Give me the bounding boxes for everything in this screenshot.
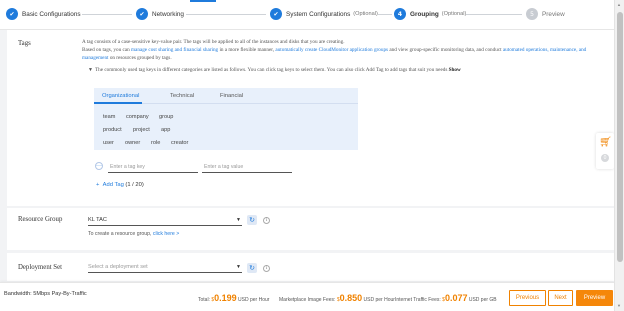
step-optional-label: (Optional): [441, 11, 467, 17]
tags-description: A tag consists of a case-sensitive key-v…: [82, 39, 345, 45]
check-icon: ✔: [270, 8, 282, 20]
tag-key-input-underline: [108, 172, 198, 173]
create-resource-group-link[interactable]: click here >: [153, 231, 179, 237]
total-fee: Total: $0.199 USD per Hour: [198, 293, 270, 303]
resource-group-select[interactable]: KL TAC ▼: [88, 214, 242, 226]
step-connector: [186, 14, 266, 15]
cart-count-badge: 0: [601, 154, 609, 162]
caret-down-icon: ▼: [88, 68, 93, 73]
active-tab-indicator: [94, 102, 142, 104]
steps-accent-line: [190, 0, 216, 2]
management-link[interactable]: management: [82, 55, 109, 61]
automated-operations-link[interactable]: automated operations, maintenance, and: [503, 47, 586, 53]
add-tag-button[interactable]: + Add Tag (1 / 20): [96, 182, 144, 188]
section-title: Tags: [18, 40, 31, 47]
show-toggle[interactable]: Show: [449, 67, 461, 73]
marketplace-amount: 0.850: [339, 293, 363, 303]
step-grouping[interactable]: 4 Grouping (Optional): [394, 8, 466, 20]
tag-key-company[interactable]: company: [126, 114, 149, 120]
tag-key-creator[interactable]: creator: [171, 140, 188, 146]
bandwidth-summary: Bandwidth: 5Mbps Pay-By-Traffic: [4, 291, 87, 297]
refresh-icon[interactable]: ↻: [247, 263, 257, 273]
tab-financial[interactable]: Financial: [220, 93, 243, 99]
price-footer: Bandwidth: 5Mbps Pay-By-Traffic Total: $…: [0, 282, 614, 311]
cart-widget[interactable]: 🛒︎ 0: [596, 133, 614, 169]
check-icon: ✔: [6, 8, 18, 20]
tag-category-tabs: Organizational Technical Financial: [94, 88, 358, 104]
section-title: Resource Group: [18, 216, 63, 223]
plus-icon: +: [96, 182, 100, 188]
deployment-set-select[interactable]: Select a deployment set ▼: [88, 261, 242, 273]
scroll-down-icon[interactable]: ▼: [617, 303, 621, 308]
tag-key-input[interactable]: Enter a tag key: [110, 164, 145, 170]
step-system-configurations[interactable]: ✔ System Configurations (Optional): [270, 8, 378, 20]
tag-key-user[interactable]: user: [103, 140, 114, 146]
resource-group-value: KL TAC: [88, 217, 107, 223]
tag-key-product[interactable]: product: [103, 127, 122, 133]
common-tag-keys-intro[interactable]: ▼ The commonly used tag keys in different…: [88, 67, 461, 73]
vertical-scrollbar[interactable]: ▲ ▼: [614, 0, 624, 311]
tab-organizational[interactable]: Organizational: [102, 93, 139, 99]
step-connector: [82, 14, 132, 15]
step-label: System Configurations: [286, 10, 351, 18]
traffic-amount: 0.077: [444, 293, 468, 303]
tags-description-links: Based on tags, you can manage cost shari…: [82, 47, 587, 53]
step-number: 4: [394, 8, 406, 20]
cost-sharing-link[interactable]: manage cost sharing and financial sharin…: [131, 47, 218, 53]
caret-down-icon: ▼: [236, 217, 241, 223]
internet-traffic-fee: Internet Traffic Fees: $0.077 USD per GB: [395, 293, 497, 303]
page: ✔ Basic Configurations ✔ Networking ✔ Sy…: [0, 0, 624, 311]
tag-key-team[interactable]: team: [103, 114, 115, 120]
step-label: Networking: [152, 10, 184, 18]
tab-technical[interactable]: Technical: [170, 93, 194, 99]
scrollbar-thumb[interactable]: [617, 12, 623, 262]
more-icon[interactable]: ···: [95, 162, 103, 170]
tag-count: (1 / 20): [125, 182, 144, 188]
scroll-up-icon[interactable]: ▲: [617, 2, 621, 7]
tags-description-cont: management on resources grouped by tags.: [82, 55, 172, 61]
tag-value-input[interactable]: Enter a tag value: [204, 164, 243, 170]
refresh-icon[interactable]: ↻: [247, 215, 257, 225]
resource-group-hint: To create a resource group, click here >: [88, 231, 180, 237]
cloudmonitor-link[interactable]: automatically create CloudMonitor applic…: [275, 47, 388, 53]
step-label: Basic Configurations: [22, 10, 81, 18]
step-optional-label: (Optional): [353, 11, 378, 17]
check-icon: ✔: [136, 8, 148, 20]
info-icon[interactable]: i: [263, 217, 270, 224]
tag-key-group[interactable]: group: [159, 114, 173, 120]
step-basic-configurations[interactable]: ✔ Basic Configurations: [6, 8, 81, 20]
section-title: Deployment Set: [18, 264, 62, 271]
step-connector: [466, 14, 522, 15]
caret-down-icon: ▼: [236, 264, 241, 270]
step-label: Preview: [542, 10, 565, 18]
step-networking[interactable]: ✔ Networking: [136, 8, 184, 20]
deployment-set-placeholder: Select a deployment set: [88, 264, 148, 270]
next-button[interactable]: Next: [548, 290, 573, 306]
marketplace-image-fee: Marketplace Image Fees: $0.850 USD per H…: [279, 293, 395, 303]
tag-key-app[interactable]: app: [161, 127, 170, 133]
info-icon[interactable]: i: [263, 265, 270, 272]
tag-key-project[interactable]: project: [133, 127, 150, 133]
wizard-steps: ✔ Basic Configurations ✔ Networking ✔ Sy…: [0, 0, 614, 30]
step-connector: [378, 14, 392, 15]
step-preview[interactable]: 5 Preview: [526, 8, 565, 20]
step-label: Grouping: [410, 10, 439, 18]
tag-key-owner[interactable]: owner: [125, 140, 140, 146]
cart-icon: 🛒︎: [599, 137, 612, 148]
tag-value-input-underline: [202, 172, 292, 173]
common-tag-keys-panel: Organizational Technical Financial team …: [94, 88, 358, 150]
tag-key-role[interactable]: role: [151, 140, 160, 146]
preview-button[interactable]: Preview: [576, 290, 613, 306]
previous-button[interactable]: Previous: [509, 290, 546, 306]
step-number: 5: [526, 8, 538, 20]
total-amount: 0.199: [214, 293, 237, 303]
